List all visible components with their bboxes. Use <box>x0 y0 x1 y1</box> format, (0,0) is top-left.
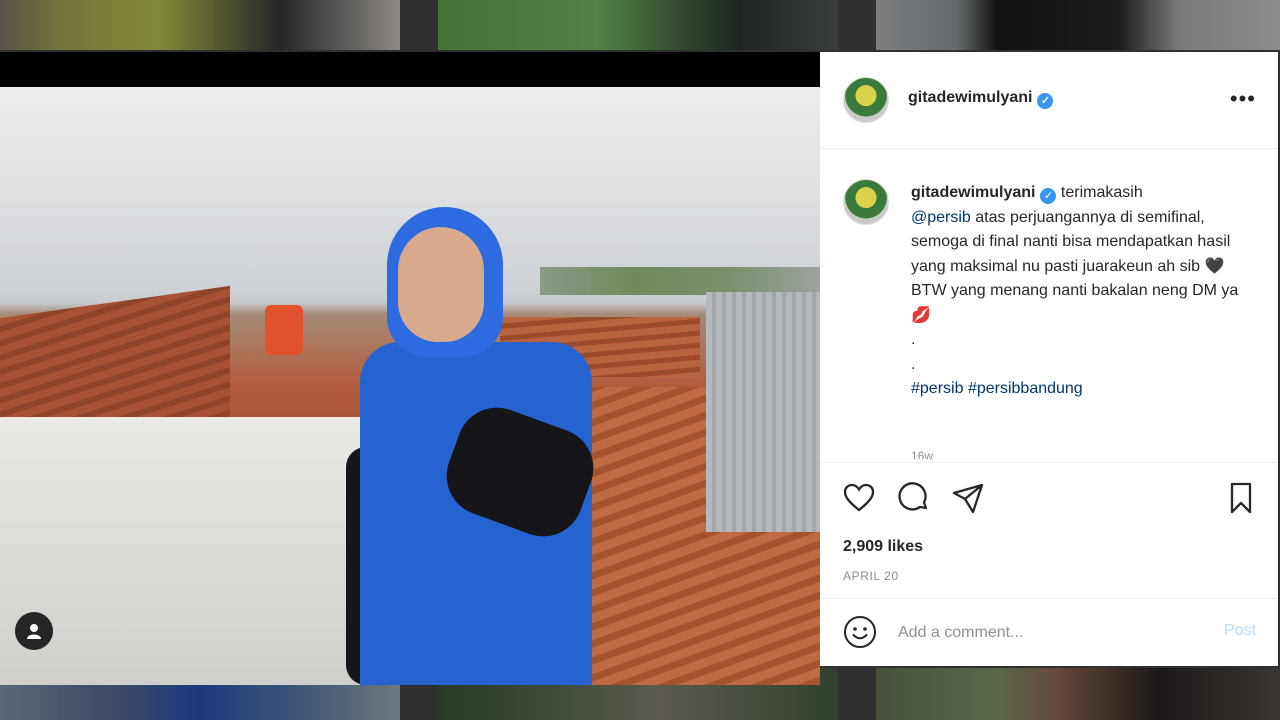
caption-text-start: terimakasih <box>1056 184 1143 201</box>
post-comment-button[interactable]: Post <box>1224 622 1256 640</box>
bookmark-save-icon[interactable] <box>1224 481 1258 515</box>
mention-link[interactable]: @persib <box>911 209 971 226</box>
hashtag-link[interactable]: #persib <box>911 380 963 397</box>
post-header: gitadewimulyani ✓ ••• <box>820 52 1278 149</box>
caption-area: gitadewimulyani ✓ terimakasih @persib ata… <box>820 149 1278 459</box>
caption-line2: BTW yang menang nanti bakalan neng DM ya… <box>911 282 1239 324</box>
comment-bubble-icon[interactable] <box>897 481 931 515</box>
avatar[interactable] <box>843 77 889 123</box>
avatar[interactable] <box>843 179 889 225</box>
caption-username[interactable]: gitadewimulyani <box>911 184 1035 201</box>
share-send-icon[interactable] <box>951 481 985 515</box>
hashtag-link[interactable]: #persibbandung <box>968 380 1083 397</box>
verified-badge-icon: ✓ <box>1037 93 1054 109</box>
user-icon <box>27 624 41 639</box>
emoji-smiley-icon[interactable] <box>843 615 877 649</box>
post-date[interactable]: APRIL 20 <box>843 569 899 583</box>
header-username[interactable]: gitadewimulyani ✓ <box>908 89 1054 109</box>
caption: gitadewimulyani ✓ terimakasih @persib ata… <box>911 184 1239 397</box>
verified-badge-icon: ✓ <box>1040 188 1057 204</box>
more-options-icon[interactable]: ••• <box>1230 86 1256 112</box>
comment-bar: Post <box>820 598 1278 667</box>
post-details-pane: gitadewimulyani ✓ ••• gitadewimulyani ✓ te… <box>820 52 1278 666</box>
post-media-pane <box>0 52 820 685</box>
comment-input[interactable] <box>896 616 1200 650</box>
like-heart-icon[interactable] <box>842 481 876 515</box>
post-photo[interactable] <box>0 87 820 685</box>
caption-timestamp[interactable]: 16w <box>911 449 933 459</box>
likes-count[interactable]: 2,909 likes <box>843 538 923 556</box>
tagged-user-icon[interactable] <box>15 612 53 650</box>
